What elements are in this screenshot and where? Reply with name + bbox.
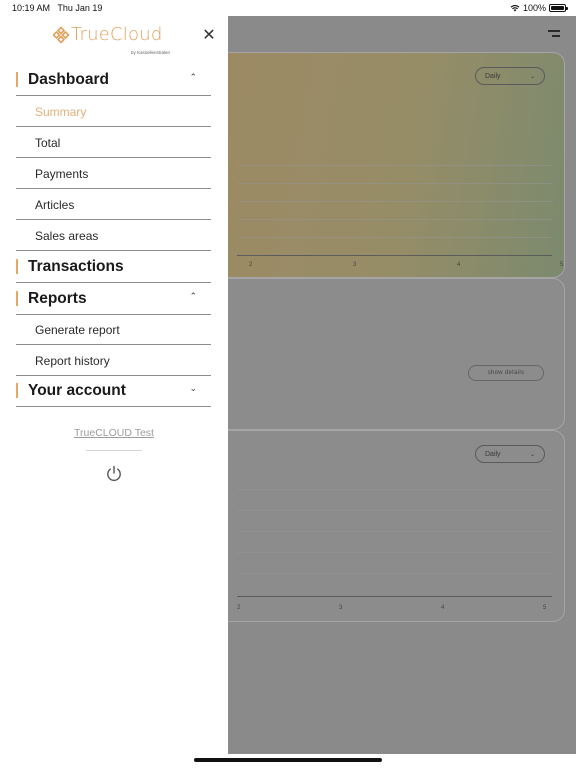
battery-percent: 100% <box>522 3 546 13</box>
status-time: 10:19 AM Thu Jan 19 <box>12 3 102 13</box>
section-label: Reports <box>28 290 87 307</box>
section-label: Dashboard <box>28 71 109 88</box>
hamburger-menu-icon[interactable] <box>548 30 560 37</box>
account-name-link[interactable]: TrueCLOUD Test <box>0 427 228 439</box>
home-indicator[interactable] <box>194 758 382 762</box>
nav-item-sales-areas[interactable]: Sales areas <box>16 220 211 251</box>
period-dropdown[interactable]: Daily ⌄ <box>475 67 545 85</box>
axis-tick: 4 <box>457 262 461 268</box>
nav-item-label: Report history <box>35 354 110 368</box>
dashboard-backdrop[interactable]: Daily ⌄ 2 3 4 5 show details Daily ⌄ 2 3… <box>228 16 576 754</box>
status-date: Thu Jan 19 <box>57 3 103 13</box>
show-details-button[interactable]: show details <box>468 365 544 381</box>
summary-card: show details <box>228 278 565 430</box>
nav-item-label: Payments <box>35 167 89 181</box>
section-accent-bar <box>16 291 18 306</box>
axis-tick: 2 <box>249 262 253 268</box>
section-dashboard[interactable]: Dashboard ⌃ <box>16 64 211 96</box>
chart-card-sales: Daily ⌄ 2 3 4 5 <box>228 52 565 278</box>
nav-item-generate-report[interactable]: Generate report <box>16 314 211 345</box>
axis-tick: 3 <box>339 605 343 611</box>
section-accent-bar <box>16 383 18 398</box>
section-label: Your account <box>28 382 126 399</box>
nav-item-label: Articles <box>35 198 75 212</box>
power-icon[interactable] <box>104 464 124 484</box>
chart-card-payments: Daily ⌄ 2 3 4 5 <box>228 430 565 622</box>
logo-subtitle: by Kassellenstralen <box>131 50 171 55</box>
wifi-icon <box>510 5 520 12</box>
chevron-up-icon[interactable]: ⌃ <box>189 73 197 83</box>
chevron-down-icon: ⌄ <box>529 73 535 80</box>
nav-item-label: Summary <box>35 105 87 119</box>
status-bar: 10:19 AM Thu Jan 19 100% <box>0 0 576 16</box>
nav-item-summary[interactable]: Summary <box>16 96 211 127</box>
period-dropdown-value: Daily <box>485 450 501 458</box>
period-dropdown-value: Daily <box>485 72 501 80</box>
axis-tick: 5 <box>543 605 547 611</box>
axis-tick: 2 <box>237 605 241 611</box>
battery-icon <box>549 4 568 12</box>
nav-item-report-history[interactable]: Report history <box>16 345 211 376</box>
nav-item-payments[interactable]: Payments <box>16 158 211 189</box>
status-clock: 10:19 AM <box>12 3 51 13</box>
section-accent-bar <box>16 72 18 87</box>
logo-wordmark: TrueCloud <box>71 24 163 45</box>
divider <box>86 450 142 451</box>
chevron-up-icon[interactable]: ⌃ <box>189 292 197 302</box>
axis-tick: 3 <box>353 262 357 268</box>
nav-item-label: Total <box>35 136 61 150</box>
nav-item-label: Generate report <box>35 323 120 337</box>
chevron-down-icon: ⌄ <box>529 451 535 458</box>
section-transactions[interactable]: Transactions <box>16 251 211 283</box>
nav-item-articles[interactable]: Articles <box>16 189 211 220</box>
navigation-drawer: TrueCloud by Kassellenstralen ✕ Dashboar… <box>0 16 228 754</box>
nav-item-total[interactable]: Total <box>16 127 211 158</box>
status-indicators: 100% <box>510 3 568 13</box>
section-accent-bar <box>16 259 18 274</box>
section-reports[interactable]: Reports ⌃ <box>16 283 211 315</box>
section-label: Transactions <box>28 258 124 275</box>
period-dropdown[interactable]: Daily ⌄ <box>475 445 545 463</box>
axis-tick: 4 <box>441 605 445 611</box>
axis-tick: 5 <box>560 262 564 268</box>
logo-icon <box>52 26 70 44</box>
close-icon[interactable]: ✕ <box>199 24 219 44</box>
section-your-account[interactable]: Your account ⌄ <box>16 375 211 407</box>
app-logo: TrueCloud by Kassellenstralen <box>52 24 182 55</box>
nav-item-label: Sales areas <box>35 229 99 243</box>
chevron-down-icon[interactable]: ⌄ <box>189 384 197 394</box>
